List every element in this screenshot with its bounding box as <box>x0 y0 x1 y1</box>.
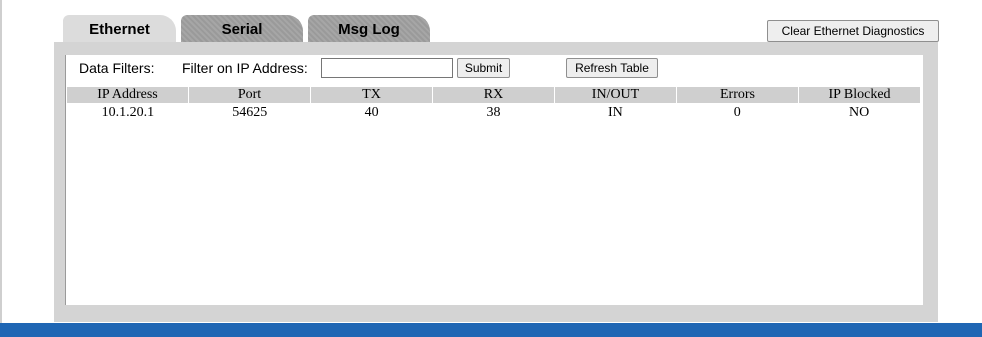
footer-bar <box>0 323 982 337</box>
cell-errors: 0 <box>733 105 741 120</box>
column-header-tx[interactable]: TX <box>311 87 433 103</box>
data-filters-label: Data Filters: <box>79 60 155 76</box>
cell-ip-blocked: NO <box>848 105 870 120</box>
submit-button[interactable]: Submit <box>457 58 510 78</box>
table-row[interactable]: 10.1.20.1 54625 40 38 IN 0 NO <box>67 104 920 122</box>
column-header-ip-address[interactable]: IP Address <box>67 87 189 103</box>
cell-rx: 38 <box>486 105 501 120</box>
tab-ethernet[interactable]: Ethernet <box>63 15 176 42</box>
column-header-port[interactable]: Port <box>189 87 311 103</box>
cell-tx: 40 <box>364 105 379 120</box>
ethernet-panel <box>54 42 938 322</box>
tab-serial[interactable]: Serial <box>181 15 303 42</box>
column-header-errors[interactable]: Errors <box>677 87 799 103</box>
cell-in-out: IN <box>607 105 623 120</box>
cell-ip-address: 10.1.20.1 <box>101 105 155 120</box>
column-header-rx[interactable]: RX <box>433 87 555 103</box>
page-left-border <box>0 0 2 323</box>
column-header-ip-blocked[interactable]: IP Blocked <box>799 87 920 103</box>
table-header: IP Address Port TX RX IN/OUT Errors IP B… <box>67 87 920 103</box>
refresh-table-button[interactable]: Refresh Table <box>566 58 658 78</box>
cell-port: 54625 <box>232 105 268 120</box>
filter-ip-label: Filter on IP Address: <box>182 60 308 76</box>
ip-filter-input[interactable] <box>321 58 453 78</box>
tab-msg-log[interactable]: Msg Log <box>308 15 430 42</box>
column-header-in-out[interactable]: IN/OUT <box>555 87 677 103</box>
clear-ethernet-diagnostics-button[interactable]: Clear Ethernet Diagnostics <box>767 20 939 42</box>
